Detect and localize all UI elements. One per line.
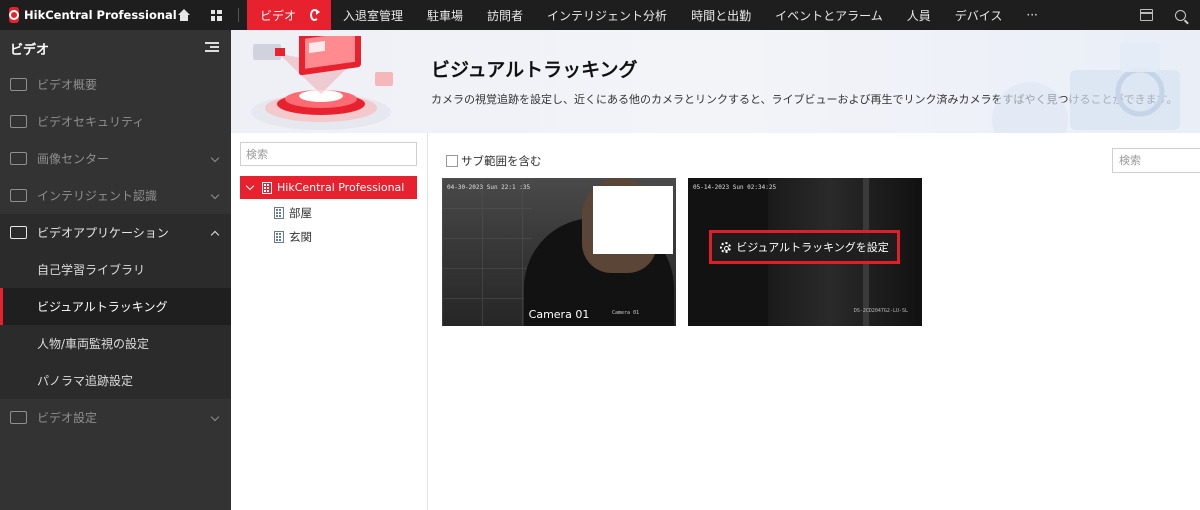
sidebar-item-label: ビデオ概要 [37,78,98,92]
camera-osd-name: DS-2CD2047G2-LU-SL [853,308,908,314]
grid-icon [210,9,222,21]
nav-tab-person[interactable]: 人員 [895,0,943,30]
home-button[interactable] [168,0,200,30]
top-navigation-bar: HikCentral Professional ビデオ 入退室管理 駐車場 訪問… [0,0,1200,30]
nav-tab-event-alarm[interactable]: イベントとアラーム [763,0,895,30]
tree-node-label: 部屋 [289,206,312,220]
chevron-down-icon [210,190,220,200]
camera-main-panel: サブ範囲を含む 04-30-2023 Sun 22:1 :35 Camera 0… [428,133,1200,510]
gear-icon [720,241,732,253]
sidebar-item-video-overview[interactable]: ビデオ概要 [0,66,231,103]
set-visual-tracking-button[interactable]: ビジュアルトラッキングを設定 [709,230,900,264]
monitor-icon [10,78,27,91]
tree-node-room[interactable]: 部屋 [274,203,312,223]
sidebar-item-label: インテリジェント認識 [37,189,158,203]
camera-osd-time: 04-30-2023 Sun 22:1 :35 [447,184,531,191]
banner-decoration [992,42,1180,133]
privacy-mask [593,186,673,254]
chevron-down-icon [210,412,220,422]
recognition-icon [10,189,27,202]
building-icon [274,231,284,243]
set-visual-tracking-label: ビジュアルトラッキングを設定 [736,241,889,254]
sidebar-item-label: ビデオセキュリティ [37,115,145,129]
tree-root-node[interactable]: HikCentral Professional [240,176,417,199]
brand[interactable]: HikCentral Professional [0,0,177,30]
nav-tab-intelligent-analysis[interactable]: インテリジェント分析 [535,0,679,30]
chevron-down-icon [210,153,220,163]
refresh-icon[interactable] [310,9,320,21]
sidebar: ビデオ ビデオ概要 ビデオセキュリティ 画像センター インテリジェント認識 ビデ… [0,30,231,510]
home-icon [178,9,190,21]
nav-tab-parking[interactable]: 駐車場 [415,0,475,30]
tree-node-label: 玄関 [289,230,312,244]
chevron-up-icon [210,230,220,240]
video-settings-icon [10,411,27,424]
collapse-menu-icon[interactable] [205,42,219,53]
nav-tab-access-control[interactable]: 入退室管理 [331,0,415,30]
sidebar-header: ビデオ [0,30,231,66]
hikcentral-logo-icon [9,7,19,23]
page-title: ビジュアルトラッキング [431,59,638,81]
nav-tab-time-attendance[interactable]: 時間と出勤 [679,0,763,30]
nav-divider [238,8,239,22]
top-right-tools [1140,0,1200,30]
sidebar-item-label: ビデオ設定 [37,411,98,425]
tree-expand-icon[interactable] [245,181,255,191]
camera-name: Camera 01 [528,308,590,321]
area-tree-panel: HikCentral Professional 部屋 玄関 [231,133,428,510]
sidebar-subitem-person-vehicle-monitoring[interactable]: 人物/車両監視の設定 [0,325,231,362]
include-subarea-label: サブ範囲を含む [461,154,542,168]
nav-more-button[interactable]: ··· [1014,0,1049,30]
sidebar-item-video-application[interactable]: ビデオアプリケーション [0,214,231,251]
camera-card[interactable]: 05-14-2023 Sun 02:34:25 DS-2CD2047G2-LU-… [688,178,922,326]
search-icon[interactable] [1175,9,1186,21]
nav-tab-visitor[interactable]: 訪問者 [475,0,535,30]
sidebar-item-label: ビデオアプリケーション [37,226,169,240]
calendar-icon[interactable] [1140,9,1153,21]
apps-grid-button[interactable] [200,0,232,30]
sidebar-subitem-panorama-tracking[interactable]: パノラマ追跡設定 [0,362,231,399]
camera-card[interactable]: 04-30-2023 Sun 22:1 :35 Camera 01 Camera… [442,178,676,326]
image-icon [10,152,27,165]
nav-tab-video[interactable]: ビデオ [247,0,331,30]
sidebar-title: ビデオ [10,42,50,58]
building-icon [274,207,284,219]
visual-tracking-illustration [251,36,393,130]
camera-preview-background [442,178,532,326]
screen-icon [10,115,27,128]
camera-osd-time: 05-14-2023 Sun 02:34:25 [693,184,777,191]
sidebar-item-label: 画像センター [37,152,110,166]
sidebar-item-intelligent-recognition[interactable]: インテリジェント認識 [0,177,231,214]
building-icon [262,181,272,194]
sidebar-subitem-self-learning-library[interactable]: 自己学習ライブラリ [0,251,231,288]
sidebar-item-video-settings[interactable]: ビデオ設定 [0,399,231,436]
camera-search-input[interactable] [1112,148,1200,173]
nav-tab-label: ビデオ [260,8,297,23]
tree-node-label: HikCentral Professional [277,181,405,194]
page-banner: ビジュアルトラッキング カメラの視覚追跡を設定し、近くにある他のカメラとリンクす… [231,30,1200,133]
sidebar-subitem-visual-tracking[interactable]: ビジュアルトラッキング [0,288,231,325]
nav-tab-device[interactable]: デバイス [943,0,1015,30]
sidebar-item-image-center[interactable]: 画像センター [0,140,231,177]
sidebar-item-video-security[interactable]: ビデオセキュリティ [0,103,231,140]
video-app-icon [10,226,27,239]
checkbox-box[interactable] [446,155,458,167]
include-subarea-checkbox[interactable]: サブ範囲を含む [446,153,542,169]
brand-name: HikCentral Professional [24,8,177,22]
tree-node-entrance[interactable]: 玄関 [274,227,312,247]
tree-search-input[interactable] [240,142,417,166]
